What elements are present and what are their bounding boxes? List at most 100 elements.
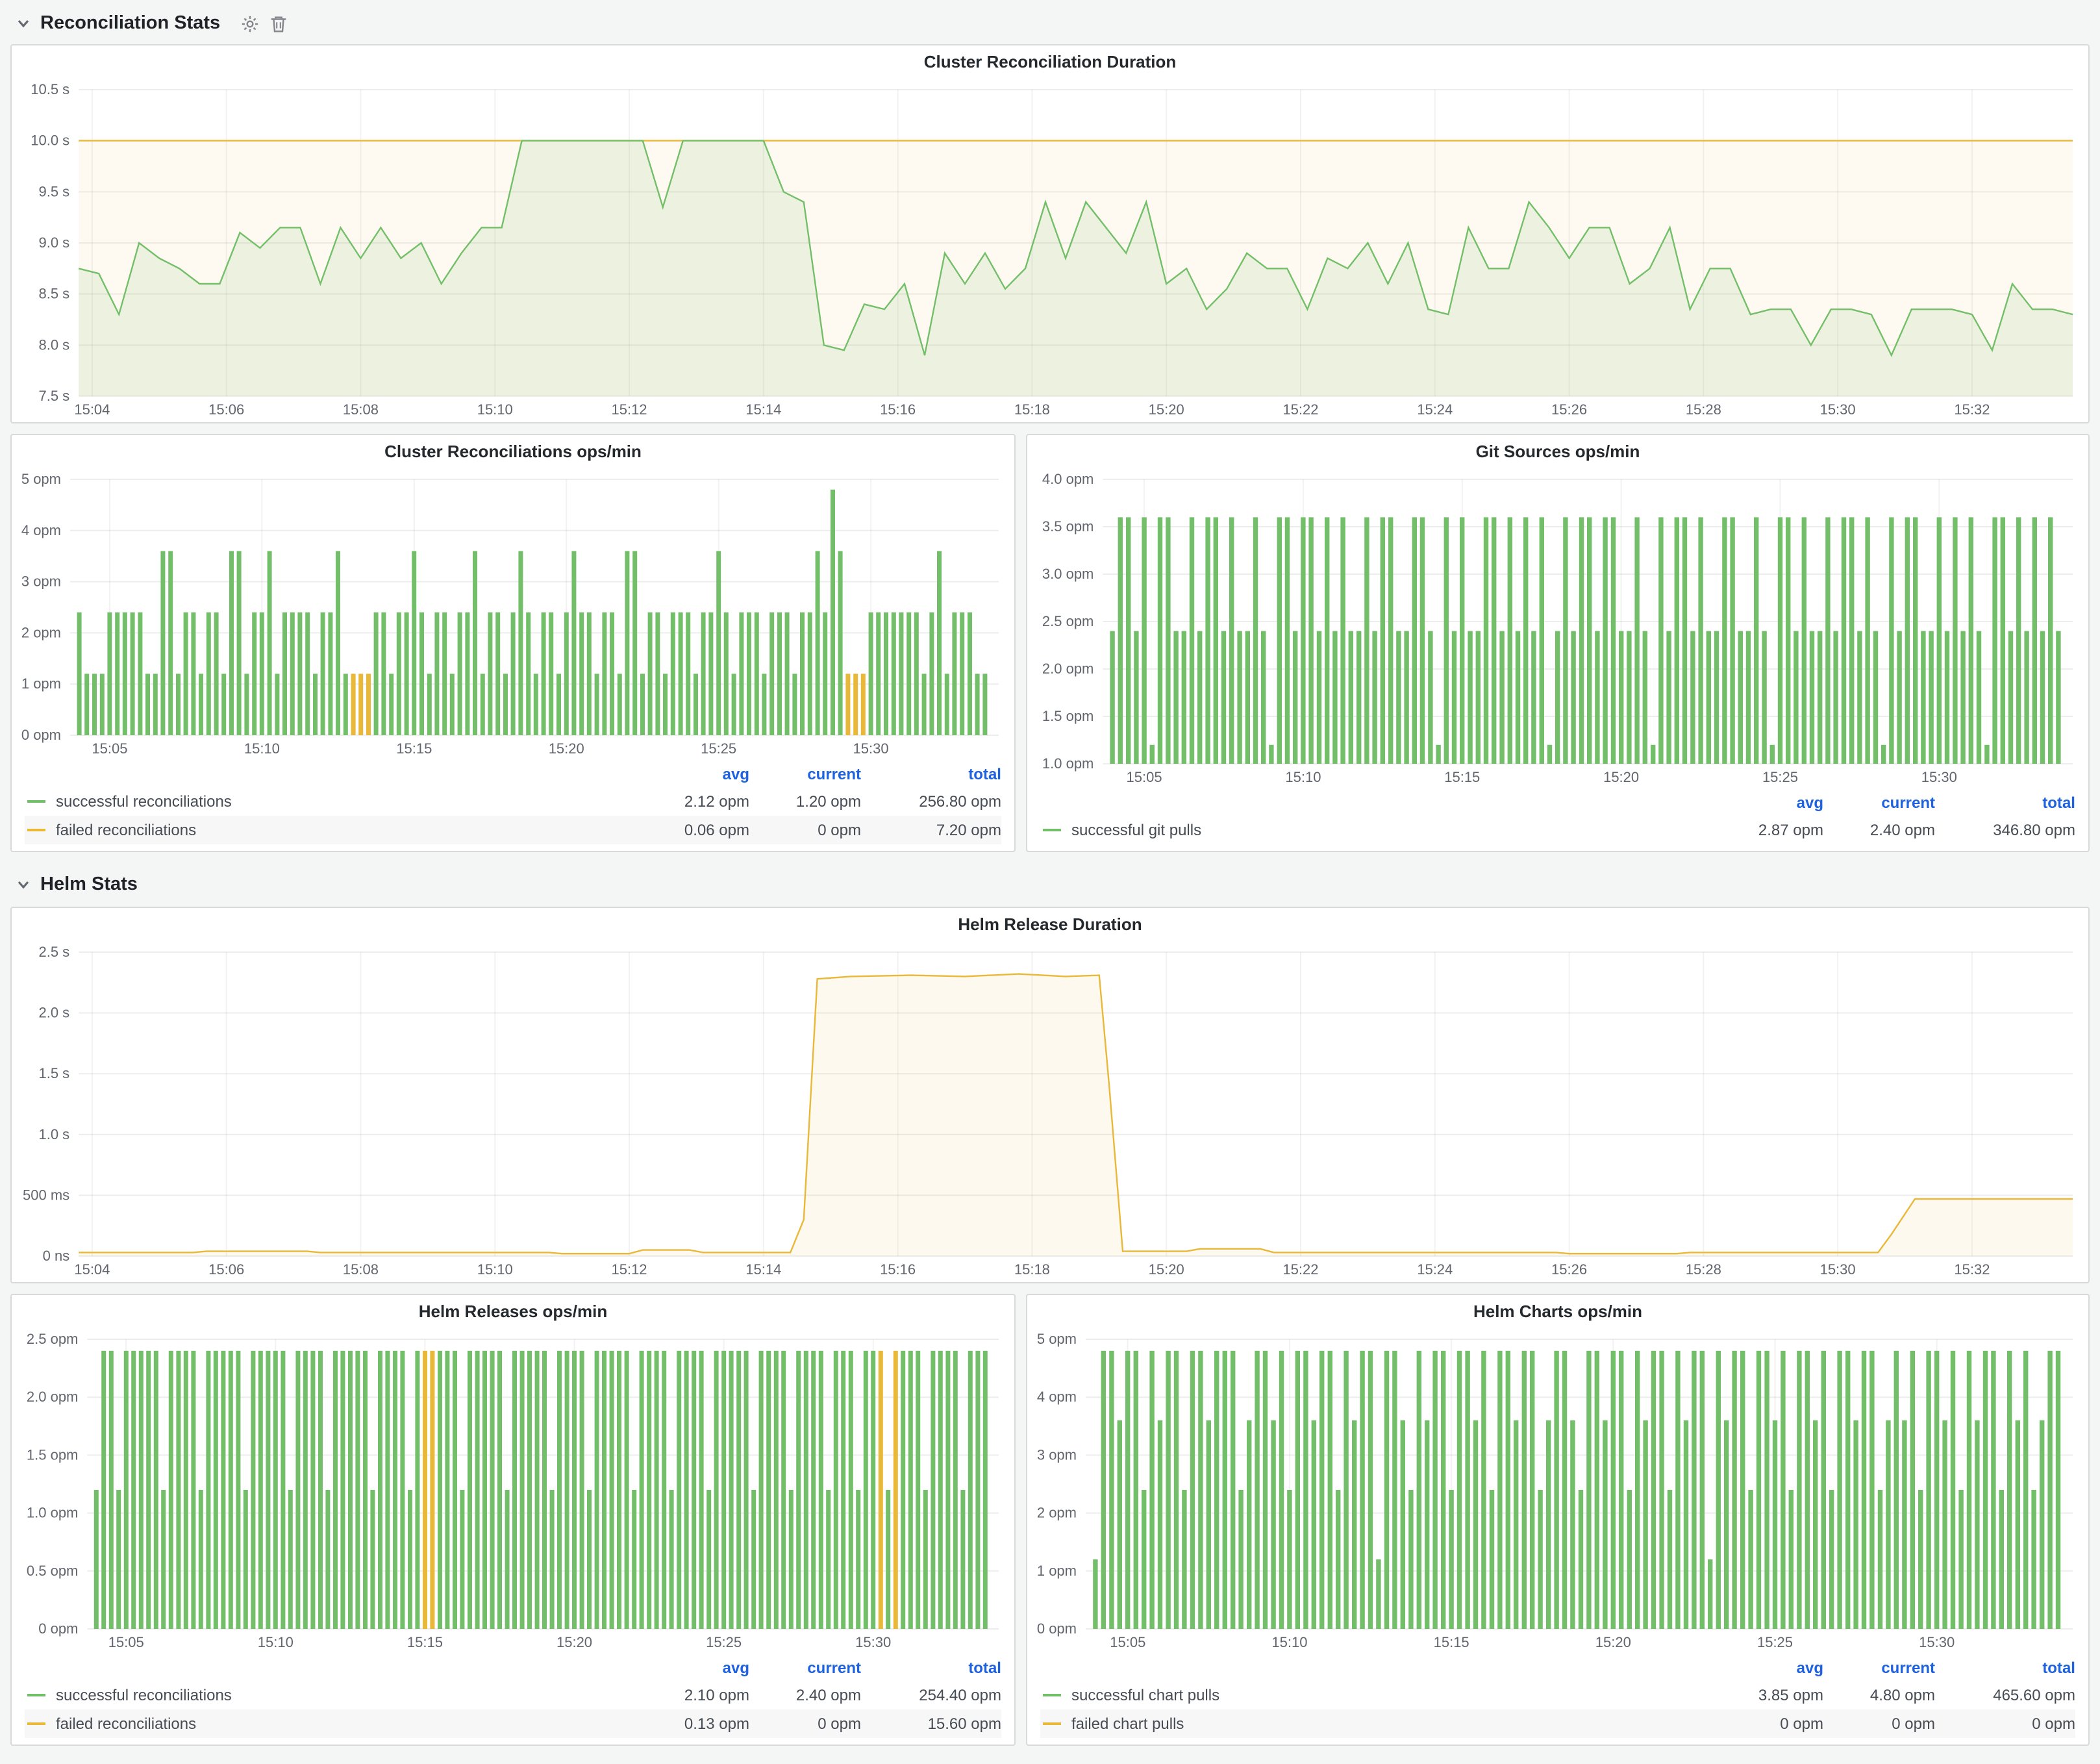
cluster-reconciliations-ops-chart[interactable]: 0 opm1 opm2 opm3 opm4 opm5 opm15:0515:10…: [12, 469, 1014, 761]
svg-text:2 opm: 2 opm: [1037, 1505, 1077, 1521]
section-header-helm-stats[interactable]: Helm Stats: [10, 865, 2090, 904]
svg-text:15:30: 15:30: [855, 1634, 891, 1650]
legend: avg current total successful git pulls 2…: [1027, 790, 2088, 851]
svg-text:15:18: 15:18: [1014, 401, 1050, 418]
chevron-down-icon[interactable]: [16, 877, 31, 892]
legend-label[interactable]: successful git pulls: [1071, 821, 1712, 839]
svg-text:1 opm: 1 opm: [21, 675, 61, 692]
panel-title[interactable]: Helm Releases ops/min: [12, 1295, 1014, 1329]
section-title[interactable]: Reconciliation Stats: [40, 13, 220, 34]
svg-text:15:10: 15:10: [477, 1261, 513, 1278]
legend-current-value: 4.80 opm: [1823, 1686, 1935, 1704]
panel-title[interactable]: Cluster Reconciliations ops/min: [12, 435, 1014, 469]
helm-releases-ops-chart[interactable]: 0 opm0.5 opm1.0 opm1.5 opm2.0 opm2.5 opm…: [12, 1329, 1014, 1655]
svg-text:15:08: 15:08: [343, 401, 379, 418]
legend-total-value: 0 opm: [1935, 1715, 2075, 1733]
legend-row-successful: successful reconciliations 2.12 opm 1.20…: [25, 787, 1001, 816]
legend-current-value: 0 opm: [749, 1715, 861, 1733]
legend-col-current[interactable]: current: [749, 765, 861, 783]
svg-text:5 opm: 5 opm: [21, 471, 61, 487]
legend-header: avg current total: [1040, 790, 2075, 816]
helm-release-duration-chart[interactable]: 0 ns500 ms1.0 s1.5 s2.0 s2.5 s15:0415:06…: [12, 942, 2088, 1282]
panel-title[interactable]: Helm Charts ops/min: [1027, 1295, 2088, 1329]
svg-text:15:20: 15:20: [1595, 1634, 1631, 1650]
helm-charts-ops-chart[interactable]: 0 opm1 opm2 opm3 opm4 opm5 opm15:0515:10…: [1027, 1329, 2088, 1655]
legend-label[interactable]: failed reconciliations: [56, 1715, 638, 1733]
panel-title[interactable]: Cluster Reconciliation Duration: [12, 45, 2088, 79]
legend-row-successful: successful reconciliations 2.10 opm 2.40…: [25, 1681, 1001, 1709]
legend-col-avg[interactable]: avg: [638, 765, 749, 783]
svg-text:15:14: 15:14: [745, 1261, 781, 1278]
panel-helm-charts-ops: Helm Charts ops/min 0 opm1 opm2 opm3 opm…: [1026, 1294, 2090, 1746]
legend-col-total[interactable]: total: [861, 1659, 1001, 1677]
svg-text:15:10: 15:10: [1285, 769, 1321, 785]
legend-current-value: 0 opm: [749, 821, 861, 839]
legend-col-total[interactable]: total: [1935, 794, 2075, 812]
series-color-swatch: [1043, 1694, 1061, 1696]
svg-text:3 opm: 3 opm: [21, 573, 61, 590]
legend-current-value: 1.20 opm: [749, 792, 861, 811]
series-color-swatch: [27, 1722, 45, 1725]
git-sources-ops-chart[interactable]: 1.0 opm1.5 opm2.0 opm2.5 opm3.0 opm3.5 o…: [1027, 469, 2088, 790]
legend-col-avg[interactable]: avg: [638, 1659, 749, 1677]
legend-col-avg[interactable]: avg: [1712, 1659, 1823, 1677]
svg-text:500 ms: 500 ms: [23, 1187, 69, 1203]
cluster-reconciliation-duration-chart[interactable]: 7.5 s8.0 s8.5 s9.0 s9.5 s10.0 s10.5 s15:…: [12, 79, 2088, 422]
section-title[interactable]: Helm Stats: [40, 874, 138, 895]
legend-col-avg[interactable]: avg: [1712, 794, 1823, 812]
svg-text:7.5 s: 7.5 s: [38, 388, 69, 404]
legend-label[interactable]: successful chart pulls: [1071, 1686, 1712, 1704]
chevron-down-icon[interactable]: [16, 16, 31, 31]
legend-total-value: 254.40 opm: [861, 1686, 1001, 1704]
section-header-reconciliation-stats[interactable]: Reconciliation Stats: [10, 5, 2090, 42]
svg-text:15:20: 15:20: [556, 1634, 592, 1650]
svg-text:10.5 s: 10.5 s: [31, 81, 69, 97]
legend-label[interactable]: successful reconciliations: [56, 792, 638, 811]
svg-text:15:18: 15:18: [1014, 1261, 1050, 1278]
legend-col-current[interactable]: current: [1823, 794, 1935, 812]
svg-text:2.0 opm: 2.0 opm: [1042, 661, 1094, 677]
svg-text:1.0 opm: 1.0 opm: [27, 1505, 79, 1521]
svg-text:15:14: 15:14: [745, 401, 781, 418]
svg-text:2.5 opm: 2.5 opm: [1042, 613, 1094, 629]
svg-text:5 opm: 5 opm: [1037, 1331, 1077, 1347]
legend-label[interactable]: successful reconciliations: [56, 1686, 638, 1704]
svg-text:9.5 s: 9.5 s: [38, 183, 69, 199]
legend-col-current[interactable]: current: [1823, 1659, 1935, 1677]
svg-text:15:32: 15:32: [1954, 401, 1990, 418]
legend-col-current[interactable]: current: [749, 1659, 861, 1677]
svg-text:2.0 opm: 2.0 opm: [27, 1389, 79, 1405]
panel-title[interactable]: Helm Release Duration: [12, 908, 2088, 942]
legend-col-total[interactable]: total: [861, 765, 1001, 783]
svg-text:3 opm: 3 opm: [1037, 1446, 1077, 1463]
svg-text:15:16: 15:16: [880, 1261, 916, 1278]
legend-avg-value: 2.12 opm: [638, 792, 749, 811]
svg-text:15:20: 15:20: [549, 740, 584, 757]
series-color-swatch: [1043, 1722, 1061, 1725]
svg-text:15:22: 15:22: [1282, 401, 1318, 418]
gear-icon[interactable]: [240, 14, 259, 33]
trash-icon[interactable]: [268, 14, 288, 33]
legend-col-total[interactable]: total: [1935, 1659, 2075, 1677]
svg-text:2.0 s: 2.0 s: [38, 1005, 69, 1021]
svg-text:15:28: 15:28: [1686, 1261, 1721, 1278]
svg-text:15:32: 15:32: [1954, 1261, 1990, 1278]
svg-text:15:06: 15:06: [208, 1261, 244, 1278]
svg-text:15:22: 15:22: [1282, 1261, 1318, 1278]
svg-text:15:08: 15:08: [343, 1261, 379, 1278]
legend-label[interactable]: failed reconciliations: [56, 821, 638, 839]
svg-text:15:26: 15:26: [1551, 1261, 1587, 1278]
panel-cluster-reconciliations-ops: Cluster Reconciliations ops/min 0 opm1 o…: [10, 434, 1016, 852]
svg-text:15:04: 15:04: [74, 1261, 110, 1278]
svg-text:15:30: 15:30: [1820, 401, 1856, 418]
panel-title[interactable]: Git Sources ops/min: [1027, 435, 2088, 469]
svg-text:15:04: 15:04: [74, 401, 110, 418]
svg-text:2.5 opm: 2.5 opm: [27, 1331, 79, 1347]
svg-text:15:15: 15:15: [1434, 1634, 1469, 1650]
svg-text:15:24: 15:24: [1417, 401, 1453, 418]
legend-avg-value: 2.87 opm: [1712, 821, 1823, 839]
svg-text:15:25: 15:25: [706, 1634, 742, 1650]
legend-label[interactable]: failed chart pulls: [1071, 1715, 1712, 1733]
svg-text:0 opm: 0 opm: [1037, 1620, 1077, 1637]
svg-text:1.5 opm: 1.5 opm: [1042, 708, 1094, 724]
